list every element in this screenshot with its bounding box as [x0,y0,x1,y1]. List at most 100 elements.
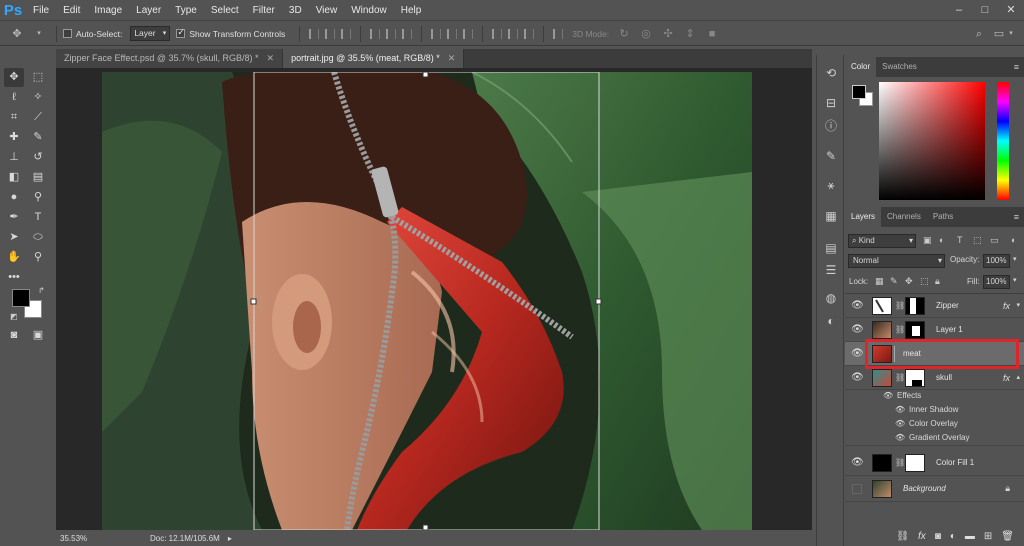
layer-name[interactable]: Color Fill 1 [936,450,974,476]
visibility-eye-icon[interactable]: 👁︎ [895,419,905,428]
distribute-bottom-icon[interactable] [463,28,474,39]
brush-tool-icon[interactable]: ✎ [28,128,48,147]
chevron-down-icon[interactable]: ▾ [32,28,46,40]
move-tool-icon[interactable]: ✥ [4,68,24,87]
new-layer-icon[interactable]: ⊞ [984,531,992,542]
align-top-icon[interactable] [309,28,320,39]
document-image[interactable] [102,72,752,530]
chain-link-icon[interactable]: ⛓︎ [895,373,905,382]
auto-select-checkbox[interactable]: Auto-Select: [63,29,122,39]
distribute-right-icon[interactable] [524,28,535,39]
chain-link-icon[interactable]: ⛓︎ [895,458,905,467]
3d-roll-icon[interactable]: ◎ [639,28,653,40]
history-icon[interactable]: ⟲ [822,65,840,81]
layer-name[interactable]: skull [936,366,952,390]
3d-scale-icon[interactable]: ■ [705,28,719,40]
layer-name[interactable]: Background [903,476,946,502]
chevron-down-icon[interactable]: ▾ [1013,255,1017,263]
menu-window[interactable]: Window [344,0,394,21]
chevron-up-icon[interactable]: ▴ [1016,373,1020,381]
hand-tool-icon[interactable]: ✋ [4,248,24,267]
add-mask-icon[interactable]: ◙ [935,531,941,542]
default-colors-icon[interactable]: ◩ [10,312,18,321]
more-tools-icon[interactable]: ••• [4,268,24,287]
align-vertical-center-icon[interactable] [325,28,336,39]
3d-rotate-icon[interactable]: ↻ [617,28,631,40]
menu-view[interactable]: View [309,0,345,21]
delete-layer-icon[interactable]: 🗑︎ [1001,531,1014,542]
effect-row-color-overlay[interactable]: 👁︎ Color Overlay [845,418,1024,432]
shape-tool-icon[interactable]: ⬭ [28,228,48,247]
show-transform-controls-checkbox[interactable]: Show Transform Controls [176,27,285,39]
chain-link-icon[interactable]: ⛓︎ [895,325,905,334]
chevron-right-icon[interactable]: ▸ [228,534,232,543]
layer-effects-badge[interactable]: fx [1003,366,1010,390]
color-spectrum-field[interactable] [879,82,985,200]
quick-mask-icon[interactable]: ◙ [4,326,24,345]
crop-tool-icon[interactable]: ⌗ [4,108,24,127]
visibility-off-box[interactable] [852,484,862,494]
distribute-left-icon[interactable] [492,28,503,39]
link-layers-icon[interactable]: ⛓︎ [896,531,909,542]
checkbox-icon[interactable] [63,29,72,38]
healing-brush-tool-icon[interactable]: ✚ [4,128,24,147]
auto-select-target-dropdown[interactable]: Layer ▾ [130,26,171,41]
menu-image[interactable]: Image [87,0,129,21]
type-tool-icon[interactable]: T [28,208,48,227]
3d-slide-icon[interactable]: ⇕ [683,28,697,40]
visibility-eye-icon[interactable]: 👁︎ [851,348,864,360]
visibility-eye-icon[interactable]: 👁︎ [851,300,864,312]
maximize-button[interactable]: □ [972,0,998,21]
eyedropper-tool-icon[interactable]: ⟋ [28,108,48,127]
layer-name[interactable]: Zipper [936,294,959,318]
lock-transparent-icon[interactable]: ▦ [875,276,884,287]
align-left-icon[interactable] [370,28,381,39]
distribute-top-icon[interactable] [431,28,442,39]
menu-edit[interactable]: Edit [56,0,87,21]
swap-colors-icon[interactable]: ↱ [38,286,45,295]
lasso-tool-icon[interactable]: ℓ [4,88,24,107]
filter-adjustment-icon[interactable]: ◐ [939,235,944,245]
chevron-down-icon[interactable]: ▾ [1013,276,1017,284]
effect-row-gradient-overlay[interactable]: 👁︎ Gradient Overlay [845,432,1024,446]
panel-menu-icon[interactable]: ≡ [1014,57,1019,77]
gradient-tool-icon[interactable]: ▤ [28,168,48,187]
layer-row-meat-selected[interactable]: 👁︎ meat [845,339,1024,369]
zoom-level[interactable]: 35.53% [60,534,120,543]
foreground-color-chip[interactable] [852,85,866,99]
styles-icon[interactable]: ◐ [822,313,840,329]
filter-smart-object-icon[interactable]: ▭ [990,235,999,246]
tab-zipper-face-effect[interactable]: Zipper Face Effect.psd @ 35.7% (skull, R… [56,49,284,68]
chain-link-icon[interactable]: ⛓︎ [895,301,905,310]
layer-row-background[interactable]: Background 🔒︎ [845,476,1024,502]
actions-icon[interactable]: ⚹ [822,177,840,193]
adjustment-layer-icon[interactable]: ◐ [950,531,956,542]
properties-icon[interactable]: ⊟ [822,95,840,111]
hue-slider[interactable] [997,82,1009,200]
align-horizontal-center-icon[interactable] [386,28,397,39]
layer-row-color-fill-1[interactable]: 👁︎ ⛓︎ Color Fill 1 [845,450,1024,476]
tab-paths[interactable]: Paths [927,207,959,227]
tab-layers[interactable]: Layers [845,207,882,227]
magic-wand-tool-icon[interactable]: ✧ [28,88,48,107]
visibility-eye-icon[interactable]: 👁︎ [895,433,905,442]
lock-image-icon[interactable]: ✎ [890,276,898,287]
checkbox-checked-icon[interactable] [176,27,186,38]
minimize-button[interactable]: – [946,0,972,21]
visibility-eye-icon[interactable]: 👁︎ [851,457,864,469]
3d-pan-icon[interactable]: ✣ [661,28,675,40]
chevron-down-icon[interactable]: ▾ [1004,28,1018,40]
character-icon[interactable]: ▤ [822,240,840,256]
layer-row-zipper[interactable]: 👁︎ ⛓︎ Zipper fx ▾ [845,294,1024,318]
zoom-tool-icon[interactable]: ⚲ [28,248,48,267]
screen-mode-icon[interactable]: ▣ [28,326,48,345]
menu-type[interactable]: Type [168,0,204,21]
visibility-eye-icon[interactable]: 👁︎ [851,372,864,384]
add-layer-style-icon[interactable]: fx [918,531,926,542]
menu-filter[interactable]: Filter [246,0,282,21]
align-bottom-icon[interactable] [341,28,352,39]
menu-file[interactable]: File [26,0,56,21]
brush-preset-icon[interactable]: ✎ [822,148,840,164]
path-selection-tool-icon[interactable]: ➤ [4,228,24,247]
panel-menu-icon[interactable]: ≡ [1014,207,1019,227]
